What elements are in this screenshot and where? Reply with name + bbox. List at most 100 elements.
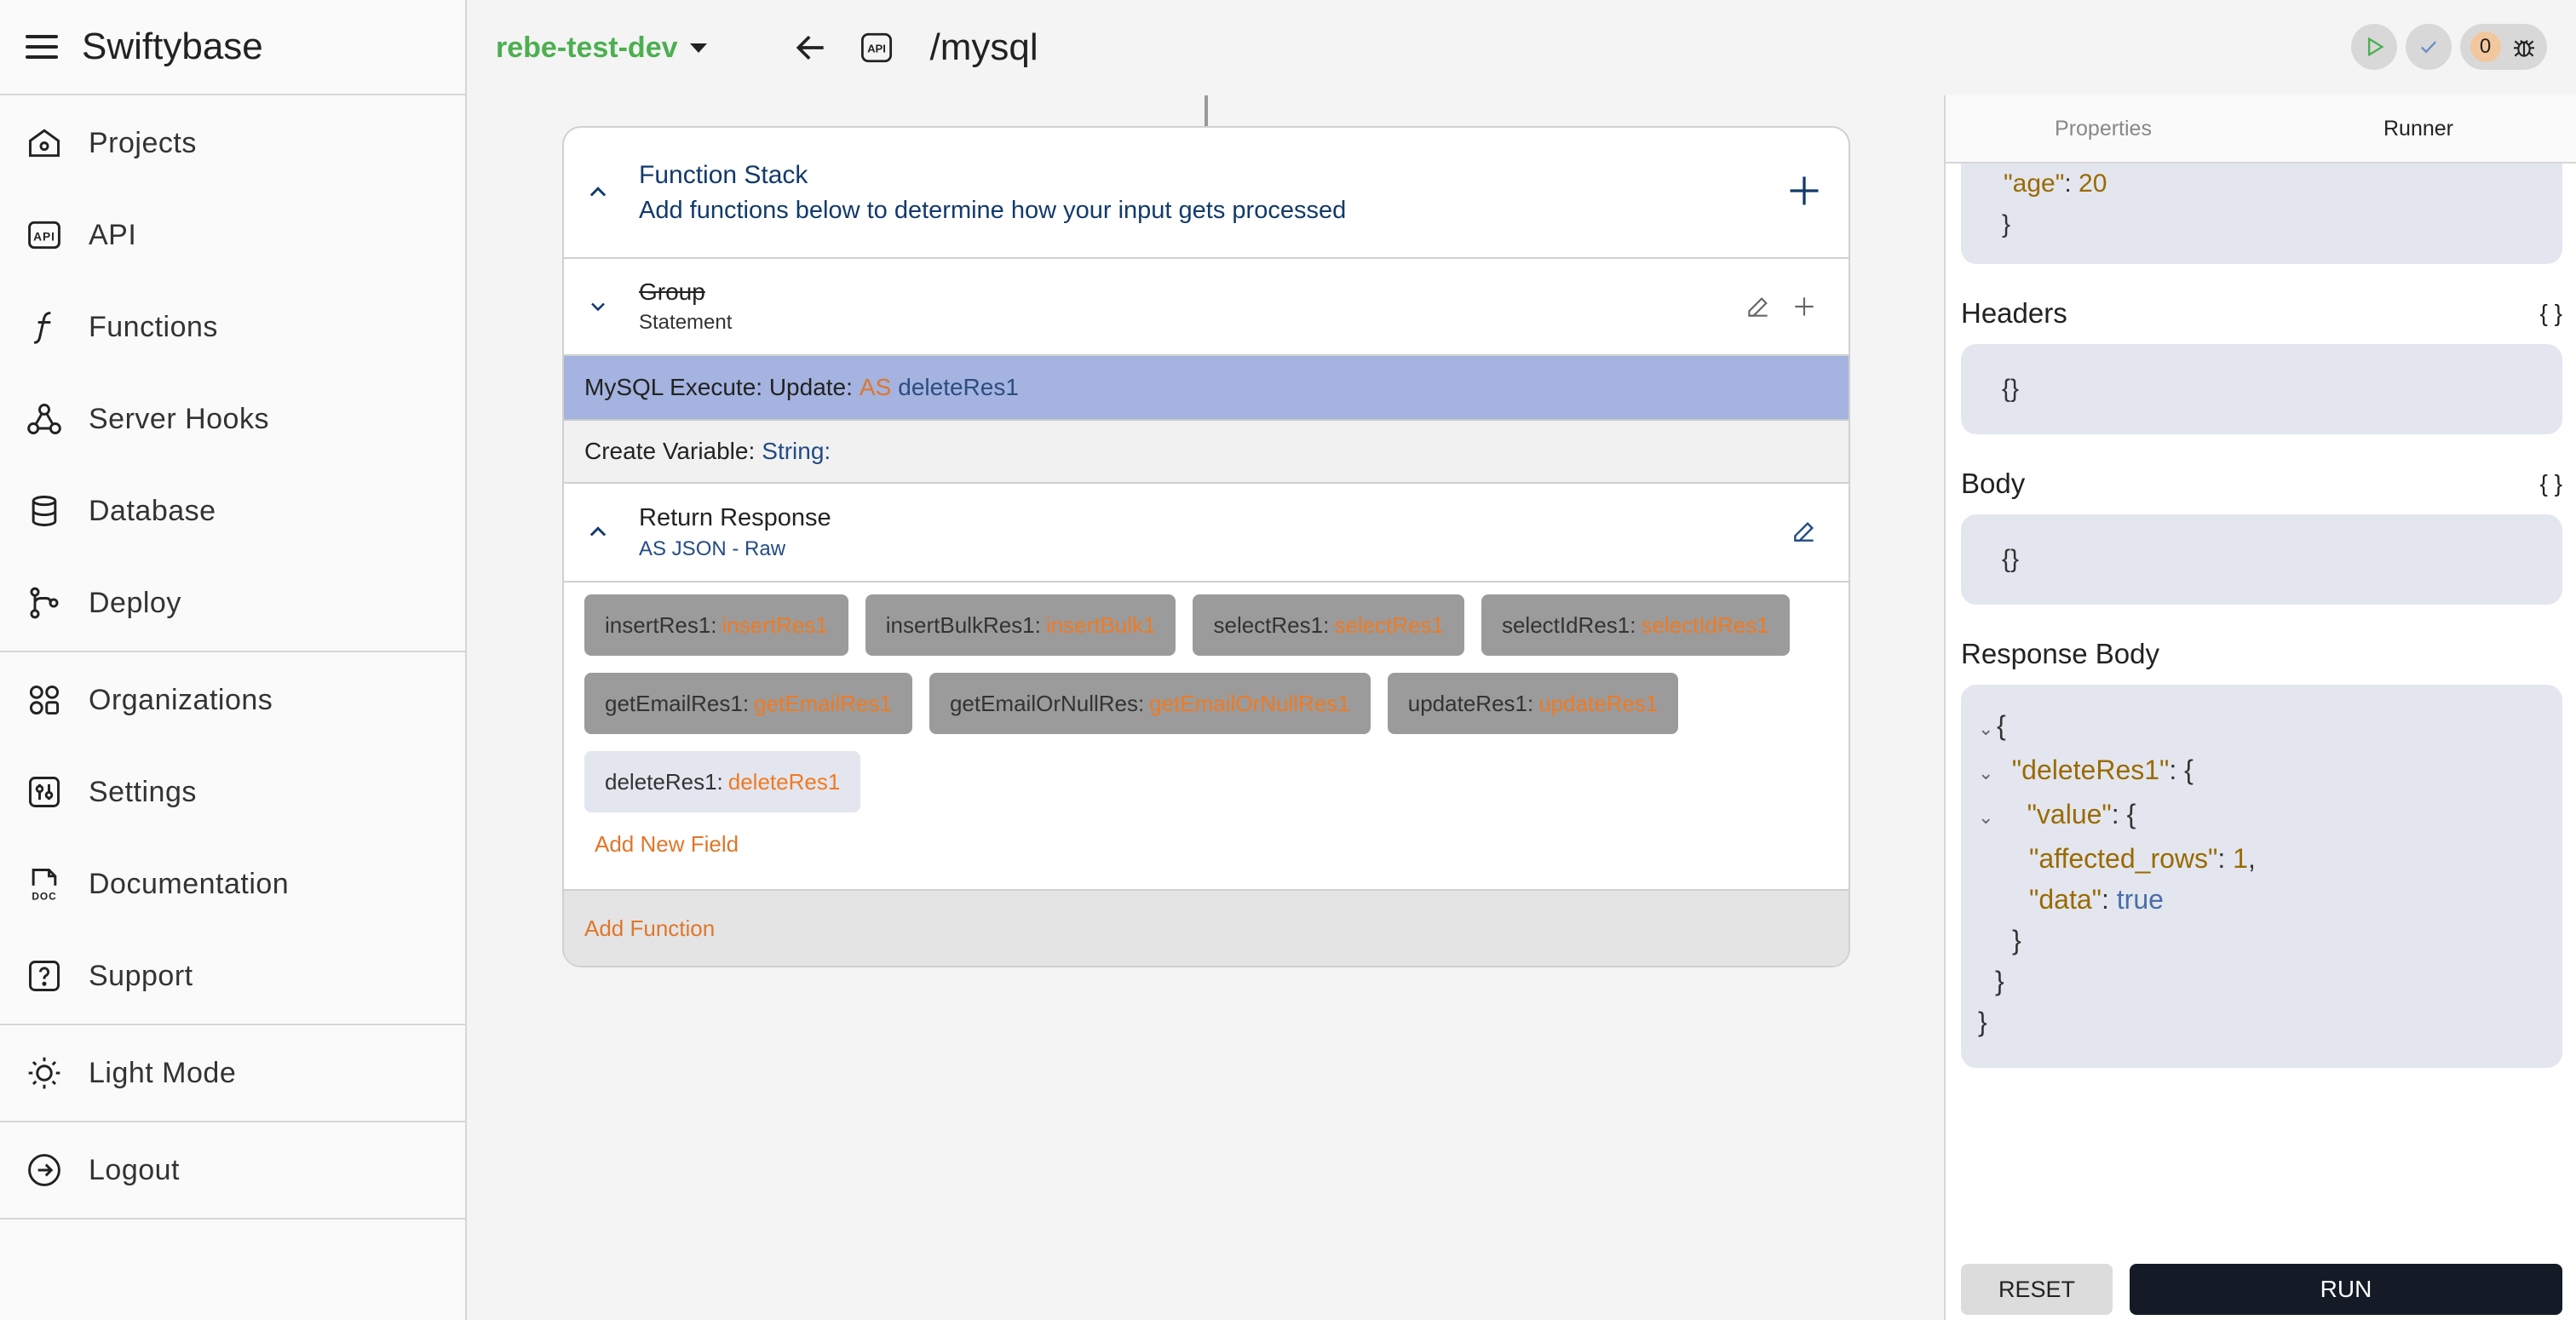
branch-icon <box>26 584 63 622</box>
age-value: 20 <box>2079 169 2107 198</box>
back-arrow-icon[interactable] <box>792 29 830 66</box>
mysql-output-var: deleteRes1 <box>898 374 1019 400</box>
response-field-chip[interactable]: insertBulkRes1: insertBulk1 <box>865 594 1176 656</box>
create-variable-type: String: <box>762 438 831 464</box>
field-key: getEmailOrNullRes: <box>949 690 1145 716</box>
chevron-up-icon[interactable] <box>586 520 610 544</box>
field-key: updateRes1: <box>1407 690 1534 716</box>
response-body-viewer: ⌄{ ⌄ "deleteRes1": { ⌄ "value": { "affec… <box>1961 685 2562 1068</box>
json-key: "data" <box>2029 884 2102 915</box>
sidebar-item-label: API <box>89 218 137 251</box>
help-icon <box>26 957 63 995</box>
response-field-chip[interactable]: selectRes1: selectRes1 <box>1193 594 1464 656</box>
sidebar-item-label: Light Mode <box>89 1056 237 1089</box>
sidebar-item-label: Deploy <box>89 586 181 619</box>
group-type: Statement <box>639 311 733 334</box>
sidebar: Swiftybase Projects API API Functions Se… <box>0 0 467 1320</box>
add-new-field-link[interactable]: Add New Field <box>564 812 1849 872</box>
body-close-brace: } <box>2002 210 2011 238</box>
reset-button[interactable]: RESET <box>1961 1264 2113 1315</box>
collapse-chevron-icon[interactable]: ⌄ <box>1978 709 1997 749</box>
json-key: "deleteRes1" <box>2011 755 2170 785</box>
sidebar-item-support[interactable]: Support <box>0 930 465 1022</box>
publish-button[interactable] <box>2406 24 2452 70</box>
mysql-execute-row[interactable]: MySQL Execute: Update: AS deleteRes1 <box>564 356 1849 421</box>
collapse-chevron-icon[interactable]: ⌄ <box>1978 797 1997 838</box>
sidebar-item-label: Database <box>89 494 216 527</box>
doc-icon: DOC <box>26 865 63 903</box>
field-value: selectIdRes1 <box>1641 611 1769 638</box>
group-row-actions <box>1745 293 1818 320</box>
sidebar-item-functions[interactable]: Functions <box>0 281 465 373</box>
hamburger-menu-icon[interactable] <box>26 35 58 59</box>
collapse-chevron-icon[interactable]: ⌄ <box>1978 753 1997 794</box>
add-function-plus-icon[interactable] <box>1785 172 1823 209</box>
tab-runner[interactable]: Runner <box>2261 95 2576 162</box>
sidebar-item-label: Documentation <box>89 867 290 900</box>
api-icon: API <box>26 216 63 254</box>
sidebar-item-light-mode[interactable]: Light Mode <box>0 1027 465 1119</box>
run-button[interactable] <box>2351 24 2397 70</box>
edit-pencil-icon[interactable] <box>1791 518 1818 545</box>
run-request-button[interactable]: RUN <box>2130 1264 2562 1315</box>
headers-section-title: Headers { } <box>1961 283 2562 344</box>
create-variable-row[interactable]: Create Variable: String: <box>564 421 1849 484</box>
webhook-icon <box>26 400 63 438</box>
tab-properties[interactable]: Properties <box>1946 95 2261 162</box>
response-field-chip[interactable]: updateRes1: updateRes1 <box>1387 673 1679 734</box>
function-icon <box>26 308 63 346</box>
as-keyword: AS <box>859 374 892 400</box>
sidebar-item-organizations[interactable]: Organizations <box>0 654 465 746</box>
panel-tabs: Properties Runner <box>1946 95 2576 164</box>
runner-actions: RESET RUN <box>1961 1264 2562 1315</box>
response-field-chip[interactable]: getEmailOrNullRes: getEmailOrNullRes1 <box>929 673 1371 734</box>
body-input[interactable]: {} <box>1961 514 2562 605</box>
caret-down-icon <box>689 43 707 53</box>
json-boolean: true <box>2116 884 2164 915</box>
response-field-chip[interactable]: getEmailRes1: getEmailRes1 <box>584 673 912 734</box>
create-variable-label: Create Variable: <box>584 438 756 464</box>
environment-name: rebe-test-dev <box>496 31 678 64</box>
sidebar-item-label: Settings <box>89 775 197 808</box>
nav-group-session: Logout <box>0 1122 465 1220</box>
field-value: insertBulk1 <box>1045 611 1156 638</box>
debug-button[interactable]: 0 <box>2460 24 2547 70</box>
top-actions: 0 <box>2351 24 2547 70</box>
sun-icon <box>26 1054 63 1092</box>
add-function-button[interactable]: Add Function <box>564 889 1849 966</box>
group-name: Group <box>639 278 705 305</box>
error-count-badge: 0 <box>2470 32 2501 62</box>
group-statement-row[interactable]: Group Statement <box>564 259 1849 356</box>
svg-text:API: API <box>867 42 886 55</box>
braces-icon[interactable]: { } <box>2540 470 2562 497</box>
sidebar-item-database[interactable]: Database <box>0 465 465 557</box>
return-response-subtitle: AS JSON - Raw <box>639 537 786 560</box>
sidebar-item-api[interactable]: API API <box>0 189 465 281</box>
chevron-up-icon[interactable] <box>586 181 610 204</box>
response-field-chip[interactable]: deleteRes1: deleteRes1 <box>584 751 861 812</box>
add-plus-icon[interactable] <box>1791 293 1818 320</box>
chevron-down-icon[interactable] <box>586 295 610 319</box>
sidebar-item-logout[interactable]: Logout <box>0 1124 465 1216</box>
sidebar-item-settings[interactable]: Settings <box>0 746 465 838</box>
response-field-chip[interactable]: insertRes1: insertRes1 <box>584 594 848 656</box>
field-value: getEmailOrNullRes1 <box>1149 690 1350 716</box>
sidebar-item-server-hooks[interactable]: Server Hooks <box>0 373 465 465</box>
svg-text:API: API <box>33 230 55 243</box>
nav-group-theme: Light Mode <box>0 1025 465 1122</box>
right-panel: Properties Runner "age": 20 } Headers { … <box>1944 95 2576 1320</box>
environment-selector[interactable]: rebe-test-dev <box>496 32 707 65</box>
field-value: getEmailRes1 <box>754 690 892 716</box>
logout-icon <box>26 1151 63 1189</box>
return-response-row[interactable]: Return Response AS JSON - Raw <box>564 484 1849 583</box>
braces-icon[interactable]: { } <box>2540 300 2562 327</box>
edit-pencil-icon[interactable] <box>1745 293 1772 320</box>
play-icon <box>2368 37 2384 57</box>
sidebar-item-projects[interactable]: Projects <box>0 97 465 189</box>
function-stack-header: Function Stack Add functions below to de… <box>564 128 1849 259</box>
headers-input[interactable]: {} <box>1961 344 2562 434</box>
organizations-icon <box>26 681 63 719</box>
sidebar-item-deploy[interactable]: Deploy <box>0 557 465 649</box>
response-field-chip[interactable]: selectIdRes1: selectIdRes1 <box>1481 594 1790 656</box>
sidebar-item-documentation[interactable]: DOC Documentation <box>0 838 465 930</box>
